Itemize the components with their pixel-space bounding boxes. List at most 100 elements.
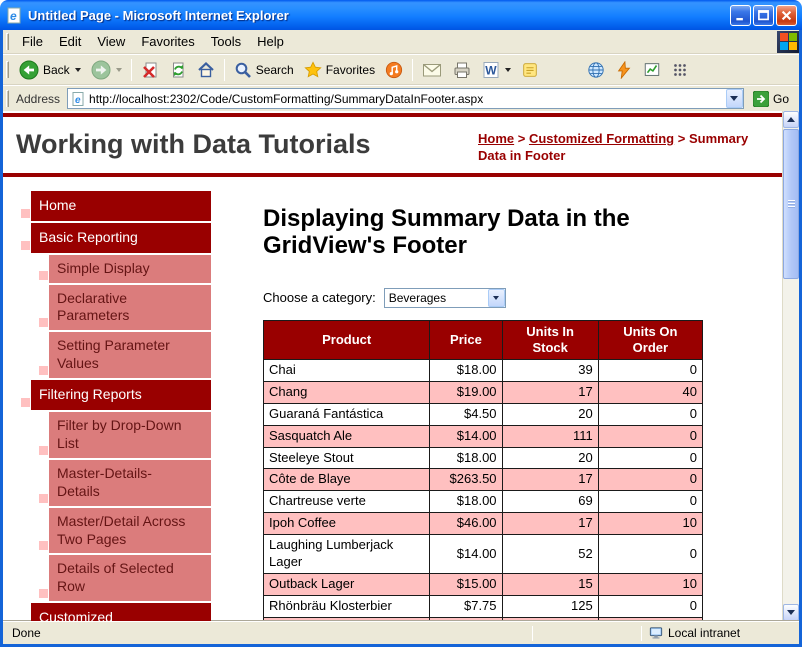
table-row: Côte de Blaye $263.50 17 0 — [262, 468, 704, 492]
home-icon — [197, 61, 214, 77]
menu-edit[interactable]: Edit — [51, 31, 89, 52]
mail-button[interactable] — [417, 58, 447, 82]
sidebar-item-details-of-selected-row[interactable]: Details of Selected Row — [39, 555, 211, 602]
addon-globe-button[interactable] — [582, 59, 610, 81]
table-row: Ipoh Coffee $46.00 17 10 — [262, 512, 704, 536]
cell-value: 10 — [597, 572, 704, 596]
cell-value: 111 — [501, 424, 599, 448]
stop-icon — [142, 62, 157, 78]
table-row: Sasquatch Ale $14.00 111 0 — [262, 424, 704, 448]
address-label: Address — [16, 91, 61, 106]
addon-lightning-button[interactable] — [610, 59, 638, 81]
refresh-icon — [172, 62, 184, 77]
sidebar-item-master-detail-across-two-pages[interactable]: Master/Detail Across Two Pages — [39, 507, 211, 554]
menu-favorites[interactable]: Favorites — [133, 31, 202, 52]
addon-chart-button[interactable] — [638, 59, 666, 81]
cell-value: 20 — [501, 402, 599, 426]
stop-button[interactable] — [136, 59, 164, 81]
edit-button[interactable]: W — [477, 59, 516, 81]
cell-value: 0 — [597, 424, 704, 448]
sidebar-item-home[interactable]: Home — [21, 190, 211, 221]
search-icon — [235, 62, 251, 78]
cell-value: 52 — [501, 534, 599, 574]
menu-tools[interactable]: Tools — [203, 31, 249, 52]
sidebar-item-setting-parameter-values[interactable]: Setting Parameter Values — [39, 332, 211, 379]
media-icon — [385, 61, 403, 78]
menu-help[interactable]: Help — [249, 31, 292, 52]
sidebar-item-master-details-details[interactable]: Master-Details-Details — [39, 459, 211, 506]
home-button[interactable] — [192, 59, 220, 81]
breadcrumb-customized-formatting[interactable]: Customized Formatting — [529, 131, 674, 146]
forward-dropdown-arrow — [115, 67, 122, 72]
cell-value: 0 — [597, 446, 704, 470]
favorites-button[interactable]: Favorites — [299, 59, 380, 81]
products-table: Product Price Units In Stock Units On Order… — [262, 319, 704, 621]
print-button[interactable] — [447, 58, 477, 82]
media-button[interactable] — [380, 59, 408, 81]
select-arrow-button[interactable] — [487, 288, 505, 307]
category-select[interactable]: Beverages — [383, 287, 506, 308]
minimize-button[interactable] — [730, 4, 751, 26]
zone-label: Local intranet — [668, 626, 741, 640]
cell-value: 0 — [597, 468, 704, 492]
address-dropdown-button[interactable] — [725, 89, 743, 108]
sidebar-item-customized-formatting[interactable]: Customized Formatting — [31, 603, 211, 621]
cell-value: 125 — [501, 594, 599, 618]
vertical-scrollbar[interactable] — [782, 111, 799, 621]
sidebar-item-simple-display[interactable]: Simple Display — [39, 254, 211, 283]
scrollbar-thumb[interactable] — [783, 129, 799, 279]
status-bar: Done Local intranet — [3, 621, 799, 644]
scroll-down-button[interactable] — [783, 604, 799, 621]
cell-value: 0 — [597, 490, 704, 514]
cell-value: $14.00 — [429, 424, 503, 448]
discuss-button[interactable] — [516, 59, 544, 81]
menubar-grip[interactable] — [6, 33, 9, 50]
svg-text:e: e — [75, 95, 81, 106]
refresh-button[interactable] — [164, 59, 192, 81]
page-content: Working with Data Tutorials Home > Custo… — [3, 111, 782, 621]
cell-value: 20 — [501, 446, 599, 470]
print-icon — [454, 62, 470, 78]
addon-grid-button[interactable] — [666, 59, 694, 81]
breadcrumb-home[interactable]: Home — [478, 131, 514, 146]
word-edit-icon: W — [483, 61, 499, 78]
sidebar-item-filtering-reports[interactable]: Filtering Reports — [21, 380, 211, 411]
toolbar-grip[interactable] — [6, 61, 9, 78]
address-url: http://localhost:2302/Code/CustomFormatt… — [89, 91, 484, 106]
back-button[interactable]: Back — [14, 58, 86, 82]
ie-logo-icon: e — [6, 7, 23, 24]
maximize-button[interactable] — [753, 4, 774, 26]
back-icon — [19, 60, 39, 79]
sidebar-item-filter-by-drop-down-list[interactable]: Filter by Drop-Down List — [39, 412, 211, 458]
table-row: Outback Lager $15.00 15 10 — [262, 572, 704, 596]
back-dropdown-arrow — [74, 67, 81, 72]
table-row: Chai $18.00 39 0 — [262, 359, 704, 382]
column-header-product: Product — [262, 319, 431, 360]
menu-view[interactable]: View — [89, 31, 133, 52]
address-input[interactable]: e http://localhost:2302/Code/CustomForma… — [67, 88, 744, 109]
notes-icon — [523, 62, 537, 77]
go-button[interactable]: Go — [747, 90, 795, 108]
title-bar[interactable]: e Untitled Page - Microsoft Internet Exp… — [0, 0, 802, 30]
menu-file[interactable]: File — [14, 31, 51, 52]
sidebar-item-declarative-parameters[interactable]: Declarative Parameters — [39, 284, 211, 331]
cell-value: 69 — [501, 490, 599, 514]
addressbar-grip[interactable] — [6, 90, 9, 107]
mail-icon — [423, 63, 442, 76]
cell-value: 0 — [597, 534, 704, 574]
breadcrumb-separator: > — [674, 131, 689, 146]
menu-bar: File Edit View Favorites Tools Help — [3, 30, 799, 54]
cell-value: 0 — [597, 594, 704, 618]
cell-value: $46.00 — [429, 512, 503, 536]
cell-product: Chartreuse verte — [262, 490, 431, 514]
search-button[interactable]: Search — [229, 59, 299, 81]
cell-product: Chang — [262, 380, 431, 404]
cell-value: $18.00 — [429, 446, 503, 470]
close-button[interactable] — [776, 4, 797, 26]
sidebar-item-basic-reporting[interactable]: Basic Reporting — [21, 222, 211, 253]
page-title: Displaying Summary Data in the GridView'… — [263, 204, 630, 260]
scroll-up-button[interactable] — [783, 111, 799, 128]
forward-icon — [91, 60, 111, 79]
forward-button[interactable] — [86, 58, 127, 82]
scrollbar-track[interactable] — [783, 128, 799, 604]
